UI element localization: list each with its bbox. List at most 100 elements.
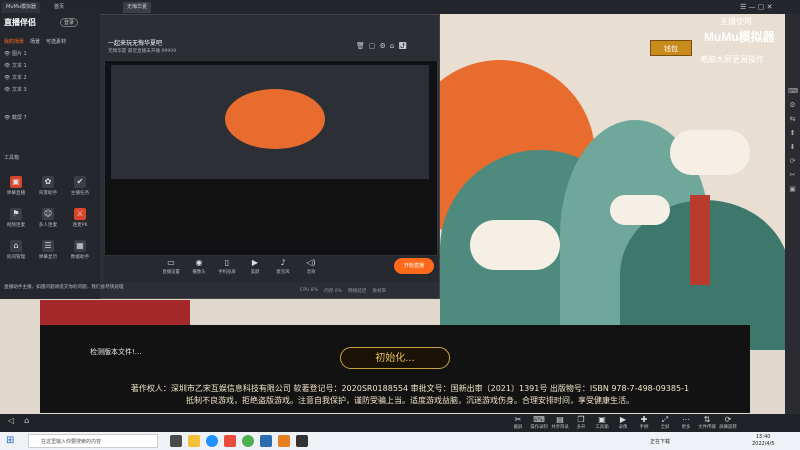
cloud: [670, 130, 750, 175]
toolbar-more[interactable]: ⋯ 更多: [676, 415, 696, 430]
tool-danmu-display[interactable]: ☰ 弹幕显示: [36, 240, 60, 260]
toolbar-share[interactable]: ▤ 共享目录: [550, 415, 570, 430]
phone-icon: ▯: [224, 258, 230, 267]
scene-item-label: 截屏 7: [11, 115, 27, 121]
taskbar-search-input[interactable]: 在这里输入你要搜索的内容: [28, 434, 158, 448]
preview-sun: [225, 89, 325, 149]
control-label: 音效: [306, 270, 316, 275]
gold-badge[interactable]: 钱包: [650, 40, 692, 56]
toolbar-label: 截屏: [513, 425, 523, 430]
control-label: 直播设置: [162, 270, 180, 275]
tool-tasks[interactable]: ✔ 主播任务: [68, 176, 92, 196]
cloud: [470, 220, 560, 270]
toolbar-video[interactable]: ▶ 录像: [613, 415, 633, 430]
users-icon: ☺: [42, 208, 54, 220]
control-phone-cast[interactable]: ▯ 手机投屏: [216, 258, 238, 275]
emulator-logo-tab[interactable]: MuMu模拟器: [2, 2, 40, 13]
tab-materials[interactable]: 可选素材: [46, 38, 66, 45]
download-status[interactable]: 正在下载: [650, 438, 670, 445]
scene-item-label: 文本 3: [11, 87, 27, 93]
app-icon[interactable]: [224, 435, 236, 447]
tab-game-label: 无悔华夏: [127, 4, 148, 10]
login-button[interactable]: 登录: [60, 18, 79, 27]
windows-start-icon[interactable]: ⊞: [6, 435, 14, 446]
scene-item[interactable]: 👁 文本 2: [4, 74, 27, 82]
control-live-settings[interactable]: ▭ 直播设置: [160, 258, 182, 275]
tool-data-helper[interactable]: ▦ 数据助手: [68, 240, 92, 260]
toolbar-label: 录像: [618, 425, 628, 430]
tab-home-label: 首页: [54, 4, 65, 10]
folder-icon[interactable]: [188, 435, 200, 447]
toolbar-multi[interactable]: ❐ 多开: [571, 415, 591, 430]
window-controls[interactable]: ☰ — ▢ ✕: [740, 3, 772, 11]
stream-preview[interactable]: [104, 60, 438, 256]
copyright-line: 著作权人：深圳市乙宋互娱信息科技有限公司 软著登记号：2020SR0188554…: [130, 384, 690, 393]
gamepad-icon: ✚: [640, 415, 648, 424]
scene-item[interactable]: 👁 文本 1: [4, 62, 27, 70]
swords-icon: ⚔: [74, 208, 86, 220]
more-icon: ⋯: [682, 415, 690, 424]
toolbox-icon: ▣: [598, 415, 606, 424]
play-icon: ▶: [251, 258, 259, 267]
toolbar-screenshot[interactable]: ✂ 截屏: [508, 415, 528, 430]
app-header-icons[interactable]: 🗑▢⚙⌂⤴: [356, 42, 411, 50]
control-beauty[interactable]: ▶ 美颜: [244, 258, 266, 275]
tool-multi-link[interactable]: ☺ 多人连麦: [36, 208, 60, 228]
scene-item[interactable]: 👁 文本 3: [4, 86, 27, 94]
list-icon: ☰: [42, 240, 54, 252]
flower-icon: ✿: [42, 176, 54, 188]
control-camera[interactable]: ◉ 摄像头: [188, 258, 210, 275]
tab-game[interactable]: 无悔华夏: [123, 2, 152, 13]
transfer-icon: ⇅: [703, 415, 711, 424]
edge-icon[interactable]: [206, 435, 218, 447]
sidebar-icons[interactable]: ⌨ ⚙ ⇆ ⬆ ⬇ ⟳ ✂ ▣: [788, 84, 798, 196]
cloud: [610, 195, 670, 225]
toolbar-gamepad[interactable]: ✚ 手柄: [634, 415, 654, 430]
android-nav[interactable]: ◁⌂: [8, 416, 39, 425]
toolbar-label: 文件传输: [698, 425, 716, 430]
room-id: 99909: [161, 49, 177, 54]
overlay-title: 主播使用: [720, 17, 752, 26]
tool-pk[interactable]: ⚔ 连麦PK: [68, 208, 92, 228]
start-live-button[interactable]: 开始直播: [394, 258, 434, 274]
tool-label: 主播任务: [70, 191, 90, 196]
app-icon[interactable]: [296, 435, 308, 447]
room-game: 无悔华夏: [108, 49, 127, 54]
scene-item[interactable]: 👁 截屏 7: [4, 114, 27, 122]
taskbar-clock[interactable]: 15:40 2022/4/5: [752, 434, 774, 448]
control-label: 摄像头: [192, 270, 206, 275]
toolbar-rotate[interactable]: ⟳ 屏幕旋转: [718, 415, 738, 430]
pagoda: [690, 195, 710, 285]
chrome-icon[interactable]: [242, 435, 254, 447]
toolbar-fullscreen[interactable]: ⤢ 全屏: [655, 415, 675, 430]
toolbar-tools[interactable]: ▣ 工具箱: [592, 415, 612, 430]
control-sound[interactable]: ◁) 音效: [300, 258, 322, 275]
tab-home[interactable]: 首页: [50, 2, 68, 13]
tool-danmu-live[interactable]: ▣ 弹幕直播: [4, 176, 28, 196]
app-icon[interactable]: [278, 435, 290, 447]
toolbar-record[interactable]: ⌨ 操作录制: [529, 415, 549, 430]
control-label: 手机投屏: [218, 270, 236, 275]
init-badge: 初始化...: [340, 347, 450, 369]
tab-my-scenes[interactable]: 我的场景: [4, 38, 24, 45]
scene-item[interactable]: 👁 图片 1: [4, 50, 27, 58]
tool-label: 数据助手: [70, 255, 90, 260]
app-icon[interactable]: [260, 435, 272, 447]
tool-label: 房间管理: [6, 255, 26, 260]
toolbar-label: 手柄: [639, 425, 649, 430]
tab-scenes[interactable]: 场景: [30, 38, 40, 45]
scene-tabs: 我的场景 场景 可选素材: [4, 38, 96, 45]
preview-loading-panel: [111, 179, 429, 243]
tool-label: 背景助手: [38, 191, 58, 196]
tool-video-link[interactable]: ⚑ 视频连麦: [4, 208, 28, 228]
control-mic[interactable]: ♪ 麦克风: [272, 258, 294, 275]
video-icon: ▶: [619, 415, 627, 424]
toolbar-transfer[interactable]: ⇅ 文件传输: [697, 415, 717, 430]
room-status: 最近直播未开播: [127, 49, 161, 54]
tool-room-manage[interactable]: ⌂ 房间管理: [4, 240, 28, 260]
danmu-icon: ▣: [10, 176, 22, 188]
tool-bg-helper[interactable]: ✿ 背景助手: [36, 176, 60, 196]
stat-cpu: CPU 8%: [300, 288, 319, 293]
taskview-icon[interactable]: [170, 435, 182, 447]
rotate-icon: ⟳: [724, 415, 732, 424]
